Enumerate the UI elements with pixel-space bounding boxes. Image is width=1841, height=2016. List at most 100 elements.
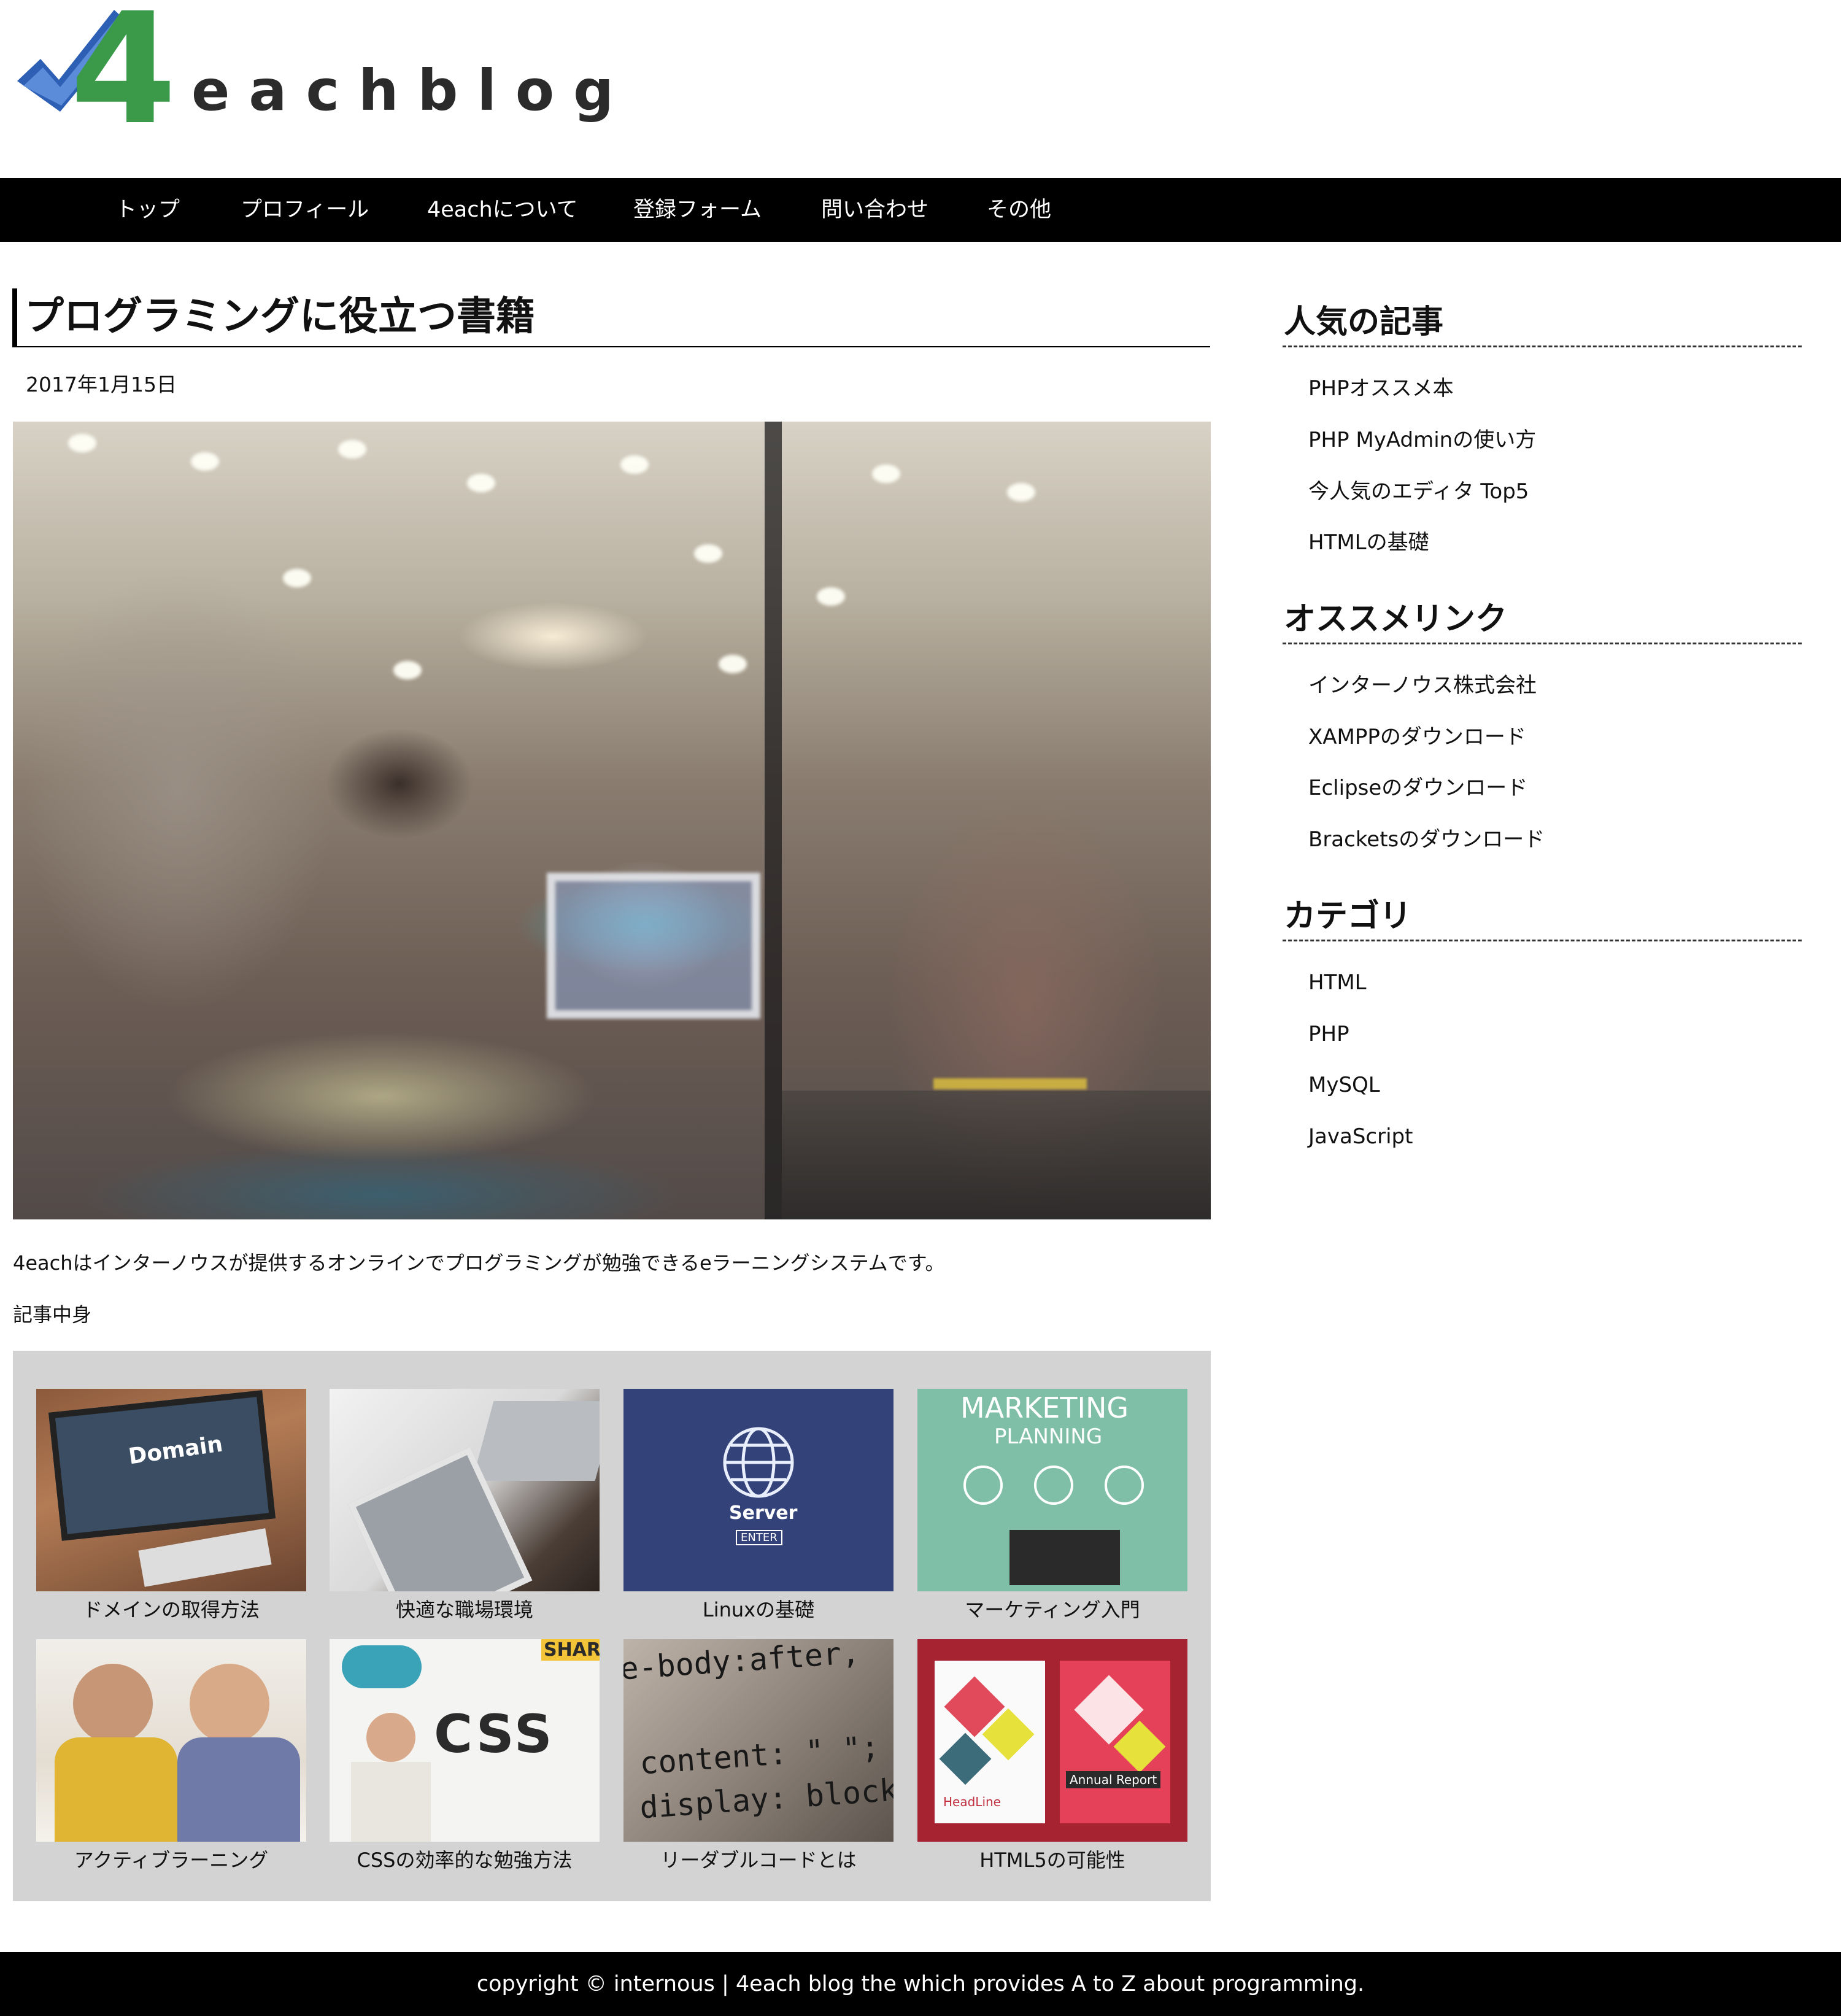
child-shirt-shape — [177, 1737, 300, 1842]
hero-light — [620, 455, 649, 474]
site-footer: copyright © internous | 4each blog the w… — [0, 1952, 1841, 2016]
card-thumbnail-workplace — [330, 1389, 600, 1591]
card-thumbnail-html5: HeadLine Annual Report — [917, 1639, 1187, 1842]
hero-light — [872, 465, 900, 483]
sidebar-link[interactable]: HTMLの基礎 — [1308, 527, 1429, 558]
site-header: 4 eachblog — [0, 0, 1841, 178]
hero-light — [393, 661, 422, 679]
sidebar-link[interactable]: HTML — [1308, 967, 1367, 998]
site-logo-mark[interactable]: 4 — [11, 0, 177, 147]
code-line: e-body:after, — [623, 1639, 861, 1687]
hero-light — [283, 569, 311, 587]
hero-floor — [782, 1091, 1211, 1219]
nav-item-other[interactable]: その他 — [987, 178, 1051, 242]
card-caption: 快適な職場環境 — [395, 1598, 533, 1621]
enter-label: ENTER — [736, 1530, 782, 1545]
article-card[interactable]: e-body:after, content: " "; display: blo… — [623, 1639, 893, 1885]
card-caption: リーダブルコードとは — [660, 1848, 857, 1872]
diamond-shape — [939, 1732, 992, 1785]
sidebar-link[interactable]: PHP — [1308, 1019, 1349, 1049]
code-line: content: " "; — [638, 1729, 881, 1782]
person-shirt-shape — [351, 1762, 431, 1842]
sidebar-link[interactable]: インターノウス株式会社 — [1308, 670, 1537, 701]
brochure-shape: HeadLine — [935, 1661, 1045, 1823]
article-card[interactable]: CSS SHARE CSSの効率的な勉強方法 — [330, 1639, 600, 1885]
hero-light — [1007, 483, 1035, 501]
laptop-shape — [1009, 1530, 1120, 1585]
article-card[interactable]: アクティブラーニング — [36, 1639, 306, 1885]
sidebar-heading-text: 人気の記事 — [1284, 304, 1444, 341]
feedback-icon — [1034, 1466, 1073, 1505]
footer-copyright: copyright © internous | 4each blog the w… — [476, 1972, 1365, 1996]
card-thumbnail-readable-code: e-body:after, content: " "; display: blo… — [623, 1639, 893, 1842]
nav-item-about[interactable]: 4eachについて — [427, 178, 578, 242]
post-body: 記事中身 — [13, 1303, 92, 1326]
article-card[interactable]: 快適な職場環境 — [330, 1389, 600, 1634]
hero-light — [719, 655, 747, 673]
sidebar-link[interactable]: Bracketsのダウンロード — [1308, 824, 1545, 855]
sidebar-heading-text: カテゴリ — [1284, 898, 1412, 935]
sidebar-link[interactable]: PHPオススメ本 — [1308, 373, 1454, 404]
headline-label: HeadLine — [943, 1794, 1001, 1809]
hero-light — [338, 440, 366, 458]
card-thumbnail-active-learning — [36, 1639, 306, 1842]
card-caption: マーケティング入門 — [965, 1598, 1140, 1621]
nav-item-contact[interactable]: 問い合わせ — [821, 178, 928, 242]
article-card[interactable]: Domain ドメインの取得方法 — [36, 1389, 306, 1634]
hero-light — [694, 544, 722, 563]
card-caption: ドメインの取得方法 — [82, 1598, 260, 1621]
post-intro: 4eachはインターノウスが提供するオンラインでプログラミングが勉強できるeラー… — [13, 1251, 945, 1275]
main-nav: トップ プロフィール 4eachについて 登録フォーム 問い合わせ その他 — [0, 178, 1841, 242]
globe-icon — [723, 1427, 794, 1498]
sidebar-heading-popular: 人気の記事 — [1283, 296, 1802, 347]
sidebar-heading-recommended: オススメリンク — [1283, 593, 1802, 644]
planning-label: PLANNING — [994, 1424, 1103, 1449]
monitor-shape — [48, 1390, 276, 1541]
analytics-icon — [1105, 1466, 1144, 1505]
sidebar-link[interactable]: JavaScript — [1308, 1121, 1413, 1152]
post-title-text: プログラミングに役立つ書籍 — [25, 294, 535, 339]
card-thumbnail-marketing: MARKETING PLANNING — [917, 1389, 1187, 1591]
keyboard-shape — [138, 1528, 272, 1587]
hero-image — [13, 422, 1211, 1219]
marketing-label: MARKETING — [960, 1391, 1129, 1424]
child-shirt-shape — [55, 1737, 177, 1842]
sidebar-link[interactable]: Eclipseのダウンロード — [1308, 773, 1527, 803]
hero-stripe — [933, 1078, 1087, 1089]
card-caption: CSSの効率的な勉強方法 — [357, 1848, 573, 1872]
sidebar-link[interactable]: 今人気のエディタ Top5 — [1308, 476, 1529, 507]
share-label: SHARE — [541, 1639, 600, 1661]
child-face-shape — [190, 1664, 269, 1744]
child-face-shape — [73, 1664, 153, 1744]
card-thumbnail-css: CSS SHARE — [330, 1639, 600, 1842]
person-face-shape — [366, 1713, 415, 1762]
code-line: display: block; — [638, 1771, 893, 1826]
laptop-shape — [472, 1401, 600, 1481]
nav-item-profile[interactable]: プロフィール — [241, 178, 369, 242]
hero-light — [191, 452, 219, 471]
post-title: プログラミングに役立つ書籍 — [12, 288, 1210, 347]
sidebar-heading-category: カテゴリ — [1283, 890, 1802, 941]
server-label: Server — [729, 1502, 798, 1524]
nav-item-register[interactable]: 登録フォーム — [633, 178, 762, 242]
sidebar-heading-text: オススメリンク — [1284, 601, 1508, 638]
article-card[interactable]: MARKETING PLANNING マーケティング入門 — [917, 1389, 1187, 1634]
hero-light — [467, 474, 495, 492]
hero-light — [68, 434, 96, 452]
sidebar-link[interactable]: XAMPPのダウンロード — [1308, 722, 1526, 752]
annual-report-label: Annual Report — [1066, 1771, 1161, 1788]
article-card[interactable]: HeadLine Annual Report HTML5の可能性 — [917, 1639, 1187, 1885]
site-logo-text[interactable]: eachblog — [191, 54, 633, 128]
sidebar-link[interactable]: MySQL — [1308, 1070, 1380, 1100]
hero-pillar — [765, 422, 782, 1219]
card-caption: Linuxの基礎 — [702, 1598, 815, 1621]
nav-item-top[interactable]: トップ — [115, 178, 180, 242]
card-thumbnail-server: Server ENTER — [623, 1389, 893, 1591]
card-caption: HTML5の可能性 — [979, 1848, 1125, 1872]
article-card[interactable]: Server ENTER Linuxの基礎 — [623, 1389, 893, 1634]
logo-four: 4 — [70, 0, 177, 158]
sidebar-link[interactable]: PHP MyAdminの使い方 — [1308, 425, 1536, 455]
card-caption: アクティブラーニング — [74, 1848, 269, 1872]
execution-icon — [963, 1466, 1003, 1505]
related-articles-grid: Domain ドメインの取得方法 快適な職場環境 Server ENTER Li… — [13, 1351, 1211, 1901]
